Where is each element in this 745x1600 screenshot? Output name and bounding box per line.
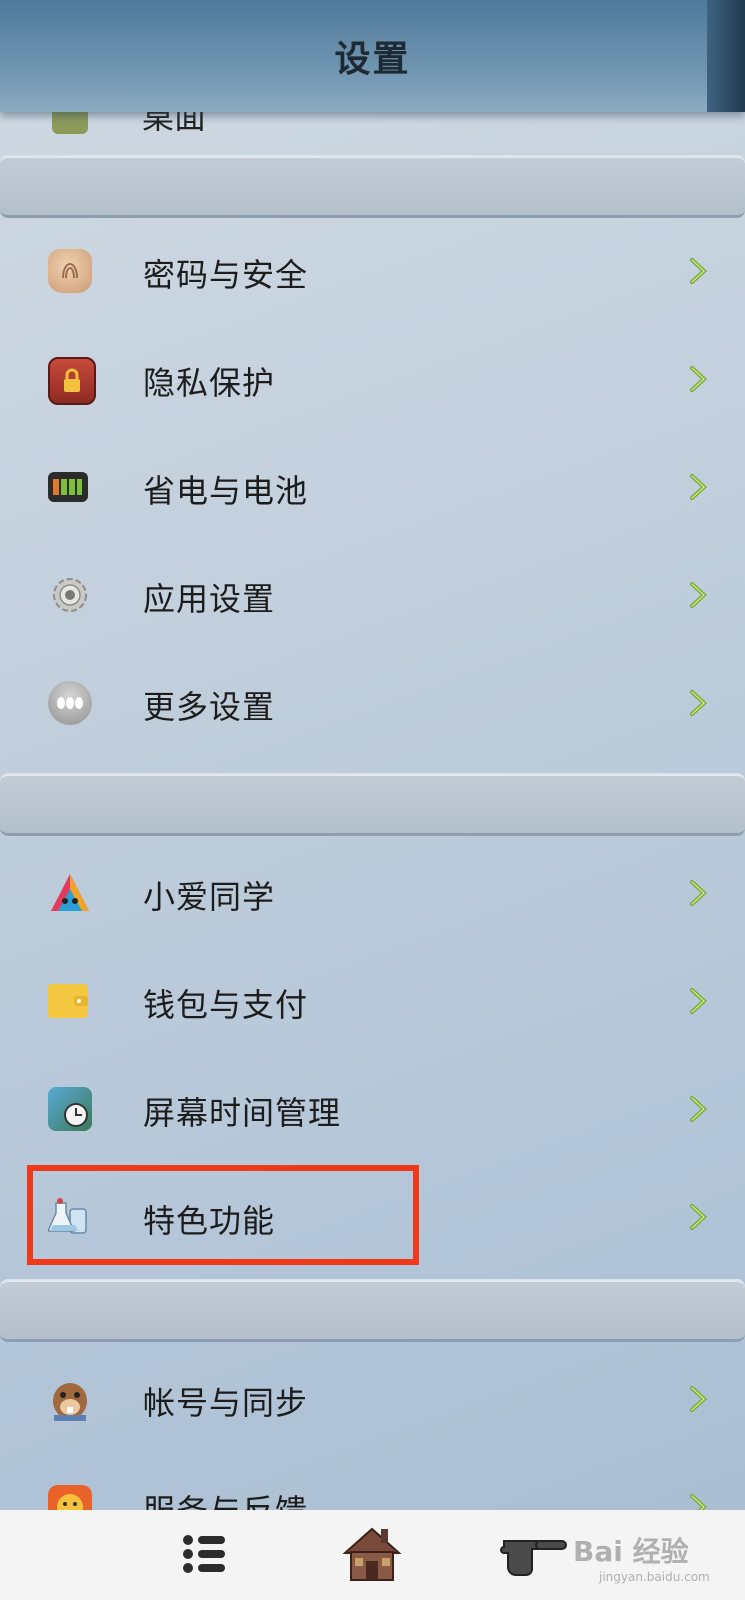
privacy-lock-icon [48, 357, 96, 405]
settings-item-label: 屏幕时间管理 [143, 1094, 342, 1132]
baidu-jingyan-watermark: Bai 经验 jingyan.baidu.com [565, 1508, 745, 1600]
settings-item-label: 应用设置 [143, 580, 276, 618]
settings-item-password-security[interactable]: 密码与安全 [0, 217, 745, 325]
home-house-icon[interactable] [340, 1524, 404, 1584]
xiaoai-assistant-icon [48, 871, 92, 915]
settings-item-privacy[interactable]: 隐私保护 [0, 325, 745, 433]
settings-item-xiaoai[interactable]: 小爱同学 [0, 839, 745, 947]
chevron-right-icon [690, 1386, 707, 1412]
settings-item-app-settings[interactable]: 应用设置 [0, 541, 745, 649]
chevron-right-icon [690, 366, 707, 392]
fingerprint-icon [48, 249, 92, 293]
chevron-right-icon [690, 1204, 707, 1230]
settings-item-account-sync[interactable]: 帐号与同步 [0, 1345, 745, 1453]
settings-item-screen-time[interactable]: 屏幕时间管理 [0, 1055, 745, 1163]
title-bar: 设置 [0, 0, 745, 112]
settings-item-label: 隐私保护 [143, 364, 276, 402]
list-menu-icon[interactable] [178, 1524, 230, 1584]
more-dots-icon [48, 681, 92, 725]
header-bevel [707, 0, 745, 112]
pointing-hand-icon[interactable] [500, 1524, 570, 1584]
watermark-sub-text: jingyan.baidu.com [599, 1570, 710, 1584]
page-title: 设置 [334, 39, 411, 80]
settings-item-more-settings[interactable]: 更多设置 [0, 649, 745, 757]
settings-item-label: 帐号与同步 [143, 1384, 309, 1422]
wallet-icon [48, 984, 88, 1018]
group-divider [0, 155, 745, 218]
settings-item-label: 小爱同学 [143, 878, 276, 916]
settings-item-label: 密码与安全 [143, 256, 309, 294]
watermark-main-text: Bai 经验 [573, 1535, 689, 1568]
beaver-account-icon [48, 1377, 92, 1421]
settings-item-label: 钱包与支付 [143, 986, 309, 1024]
gear-icon [48, 573, 92, 617]
settings-item-battery[interactable]: 省电与电池 [0, 433, 745, 541]
desktop-icon [52, 112, 88, 134]
chevron-right-icon [690, 474, 707, 500]
highlight-box [27, 1165, 419, 1265]
settings-item-desktop-partial[interactable]: 桌面 [0, 112, 745, 152]
chevron-right-icon [690, 1096, 707, 1122]
battery-icon [48, 472, 88, 502]
chevron-right-icon [690, 988, 707, 1014]
group-divider [0, 1279, 745, 1342]
settings-item-label: 更多设置 [143, 688, 276, 726]
group-divider [0, 773, 745, 836]
chevron-right-icon [690, 582, 707, 608]
chevron-right-icon [690, 880, 707, 906]
settings-item-wallet[interactable]: 钱包与支付 [0, 947, 745, 1055]
chevron-right-icon [690, 690, 707, 716]
settings-item-label: 桌面 [142, 112, 207, 136]
chevron-right-icon [690, 258, 707, 284]
screen-time-icon [48, 1087, 92, 1131]
settings-item-label: 省电与电池 [143, 472, 309, 510]
